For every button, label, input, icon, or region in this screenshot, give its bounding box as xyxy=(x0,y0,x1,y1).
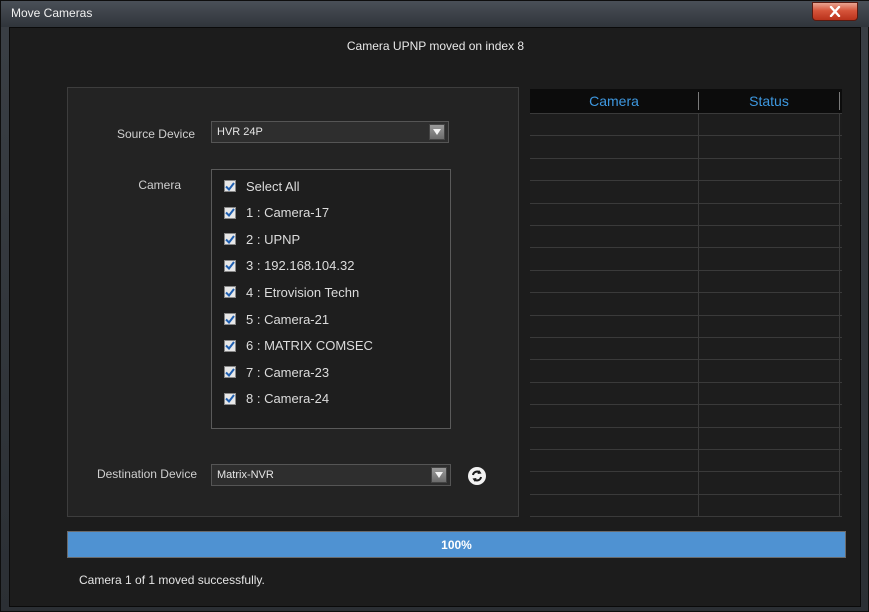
camera-checkbox-item[interactable]: 7 : Camera-23 xyxy=(224,362,329,382)
checkbox-icon[interactable] xyxy=(224,206,236,219)
grid-row xyxy=(530,113,842,114)
column-divider xyxy=(839,92,840,110)
checkbox-icon[interactable] xyxy=(224,339,236,352)
grid-row xyxy=(530,449,842,450)
camera-item-label: 1 : Camera-17 xyxy=(246,205,330,221)
move-cameras-window: Move Cameras Camera UPNP moved on index … xyxy=(0,0,869,612)
checkbox-icon[interactable] xyxy=(224,233,236,246)
camera-item-label: 8 : Camera-24 xyxy=(246,391,330,407)
camera-checkbox-item[interactable]: 2 : UPNP xyxy=(224,229,300,249)
window-title: Move Cameras xyxy=(11,6,93,20)
destination-device-value: Matrix-NVR xyxy=(217,469,274,481)
progress-label: 100% xyxy=(441,538,472,552)
status-message: Camera UPNP moved on index 8 xyxy=(346,39,525,53)
column-camera[interactable]: Camera xyxy=(530,93,698,109)
title-bar[interactable]: Move Cameras xyxy=(1,1,869,27)
moved-cameras-grid[interactable]: Camera Status xyxy=(530,89,842,518)
camera-item-label: 4 : Etrovision Techn xyxy=(246,284,360,300)
column-status[interactable]: Status xyxy=(699,93,839,109)
close-icon xyxy=(829,6,841,17)
grid-row xyxy=(530,247,842,249)
grid-row xyxy=(530,292,842,294)
grid-row xyxy=(530,202,842,204)
camera-label: Camera xyxy=(138,178,181,192)
source-device-value: HVR 24P xyxy=(217,126,263,138)
source-device-label: Source Device xyxy=(116,127,195,141)
refresh-button[interactable] xyxy=(468,467,486,485)
grid-row xyxy=(530,337,842,338)
grid-row xyxy=(530,314,842,316)
destination-device-select[interactable]: Matrix-NVR xyxy=(211,464,451,486)
camera-checkbox-item[interactable]: 8 : Camera-24 xyxy=(224,389,329,409)
grid-row xyxy=(530,359,842,361)
source-device-select[interactable]: HVR 24P xyxy=(211,121,449,143)
camera-item-label: 2 : UPNP xyxy=(246,231,301,247)
camera-checkbox-item[interactable]: 5 : Camera-21 xyxy=(224,309,329,329)
checkbox-icon[interactable] xyxy=(224,366,236,379)
grid-row xyxy=(530,471,842,473)
destination-device-label: Destination Device xyxy=(96,467,197,481)
camera-item-label: 6 : MATRIX COMSEC xyxy=(246,338,373,354)
close-button[interactable] xyxy=(812,2,858,21)
checkbox-icon[interactable] xyxy=(224,180,236,192)
grid-row xyxy=(530,269,842,271)
camera-item-label: 5 : Camera-21 xyxy=(246,311,330,327)
refresh-icon xyxy=(472,470,482,482)
camera-checkbox-item[interactable]: 1 : Camera-17 xyxy=(224,203,329,223)
checkbox-icon[interactable] xyxy=(224,313,236,325)
grid-row xyxy=(530,157,842,159)
select-all-checkbox[interactable]: Select All xyxy=(224,176,299,196)
dropdown-arrow-icon[interactable] xyxy=(431,467,447,483)
camera-checkbox-item[interactable]: 6 : MATRIX COMSEC xyxy=(224,336,373,356)
grid-row xyxy=(530,180,842,182)
footer-status: Camera 1 of 1 moved successfully. xyxy=(79,573,265,587)
camera-list[interactable]: Select All 1 : Camera-17 2 : UPNP 3 : 192.1… xyxy=(211,169,451,429)
checkbox-icon[interactable] xyxy=(224,286,236,299)
grid-row xyxy=(530,381,842,383)
grid-row xyxy=(530,135,842,137)
camera-item-label: 7 : Camera-23 xyxy=(246,364,330,380)
grid-header: Camera Status xyxy=(530,89,842,113)
grid-column-line xyxy=(839,113,840,517)
checkbox-icon[interactable] xyxy=(224,259,236,272)
grid-row xyxy=(530,225,842,226)
camera-item-label: Select All xyxy=(246,178,300,194)
camera-item-label: 3 : 192.168.104.32 xyxy=(246,258,355,274)
camera-checkbox-item[interactable]: 3 : 192.168.104.32 xyxy=(224,256,354,276)
camera-checkbox-item[interactable]: 4 : Etrovision Techn xyxy=(224,282,359,302)
grid-column-line xyxy=(698,113,699,517)
grid-row xyxy=(530,493,842,495)
checkbox-icon[interactable] xyxy=(224,392,236,405)
grid-row xyxy=(530,516,842,518)
grid-row xyxy=(530,404,842,406)
dropdown-arrow-icon[interactable] xyxy=(429,124,445,140)
grid-row xyxy=(530,426,842,428)
progress-bar: 100% xyxy=(67,531,846,558)
